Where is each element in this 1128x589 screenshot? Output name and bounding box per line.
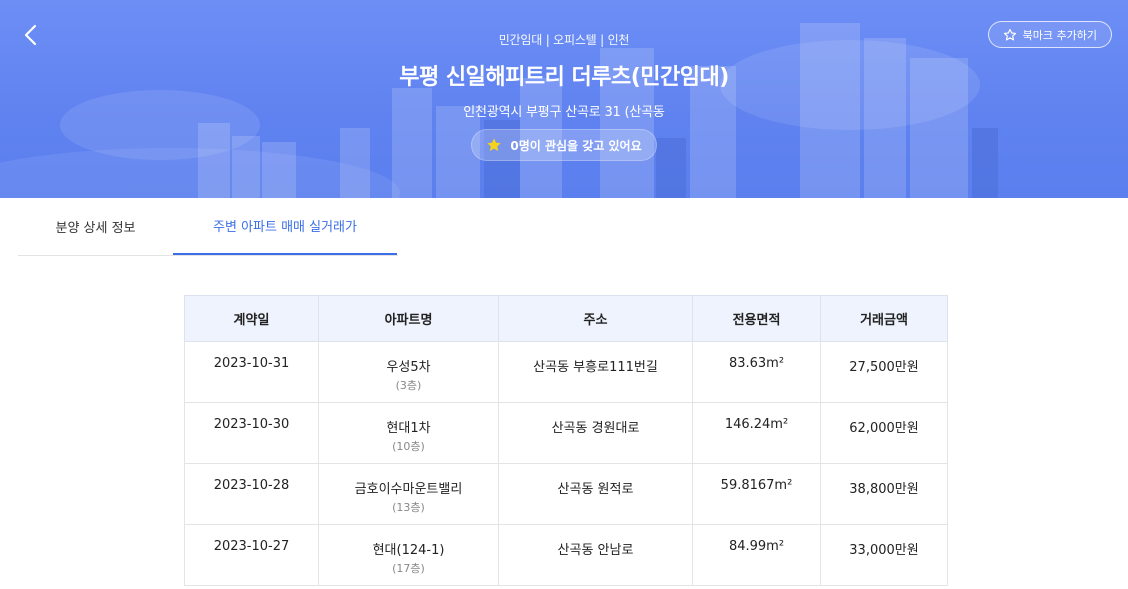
price-cell: 62,000만원: [820, 402, 948, 464]
hero-info: 민간임대 | 오피스텔 | 인천 부평 신일해피트리 더루츠(민간임대) 인천광…: [0, 0, 1128, 161]
hero-banner: 북마크 추가하기 민간임대 | 오피스텔 | 인천 부평 신일해피트리 더루츠(…: [0, 0, 1128, 198]
apartment-name: 금호이수마운트밸리: [354, 482, 463, 497]
price-cell: 27,500만원: [820, 341, 948, 403]
column-header-apartment: 아파트명: [318, 295, 499, 342]
contract-date: 2023-10-30: [184, 402, 319, 464]
interest-text: 0명이 관심을 갖고 있어요: [510, 138, 642, 153]
apartment-name: 우성5차: [386, 360, 431, 375]
column-header-price: 거래금액: [820, 295, 948, 342]
table-header-row: 계약일 아파트명 주소 전용면적 거래금액: [184, 295, 948, 342]
table-row: 2023-10-31 우성5차 (3층) 산곡동 부흥로111번길 83.63m²…: [184, 341, 948, 403]
category-breadcrumb: 민간임대 | 오피스텔 | 인천: [498, 33, 630, 47]
address-cell: 산곡동 안남로: [498, 524, 693, 586]
floor-text: (13층): [392, 501, 425, 514]
address-cell: 산곡동 원적로: [498, 463, 693, 525]
apartment-cell: 현대(124-1) (17층): [318, 524, 499, 586]
apartment-cell: 금호이수마운트밸리 (13층): [318, 463, 499, 525]
interest-badge: 0명이 관심을 갖고 있어요: [471, 129, 657, 161]
tab-bar: 분양 상세 정보 주변 아파트 매매 실거래가: [18, 198, 398, 256]
tab-sale-details[interactable]: 분양 상세 정보: [18, 198, 173, 255]
table-row: 2023-10-30 현대1차 (10층) 산곡동 경원대로 146.24m² 6…: [184, 402, 948, 464]
address-cell: 산곡동 경원대로: [498, 402, 693, 464]
page-title: 부평 신일해피트리 더루츠(민간임대): [399, 65, 729, 90]
tab-nearby-transactions[interactable]: 주변 아파트 매매 실거래가: [173, 198, 397, 255]
table-row: 2023-10-28 금호이수마운트밸리 (13층) 산곡동 원적로 59.816…: [184, 463, 948, 525]
price-cell: 38,800만원: [820, 463, 948, 525]
contract-date: 2023-10-28: [184, 463, 319, 525]
area-cell: 83.63m²: [692, 341, 821, 403]
area-cell: 84.99m²: [692, 524, 821, 586]
column-header-date: 계약일: [184, 295, 319, 342]
column-header-address: 주소: [498, 295, 693, 342]
contract-date: 2023-10-27: [184, 524, 319, 586]
apartment-name: 현대(124-1): [372, 543, 445, 558]
address-text: 인천광역시 부평구 산곡로 31 (산곡동: [463, 105, 665, 120]
price-cell: 33,000만원: [820, 524, 948, 586]
floor-text: (10층): [392, 440, 425, 453]
floor-text: (3층): [395, 379, 422, 392]
apartment-cell: 우성5차 (3층): [318, 341, 499, 403]
table-row: 2023-10-27 현대(124-1) (17층) 산곡동 안남로 84.99m…: [184, 524, 948, 586]
contract-date: 2023-10-31: [184, 341, 319, 403]
column-header-area: 전용면적: [692, 295, 821, 342]
floor-text: (17층): [392, 562, 425, 575]
apartment-cell: 현대1차 (10층): [318, 402, 499, 464]
address-cell: 산곡동 부흥로111번길: [498, 341, 693, 403]
apartment-name: 현대1차: [386, 421, 431, 436]
star-icon: [487, 138, 502, 151]
area-cell: 146.24m²: [692, 402, 821, 464]
transactions-table: 계약일 아파트명 주소 전용면적 거래금액 2023-10-31 우성5차 (3층…: [184, 295, 948, 586]
area-cell: 59.8167m²: [692, 463, 821, 525]
